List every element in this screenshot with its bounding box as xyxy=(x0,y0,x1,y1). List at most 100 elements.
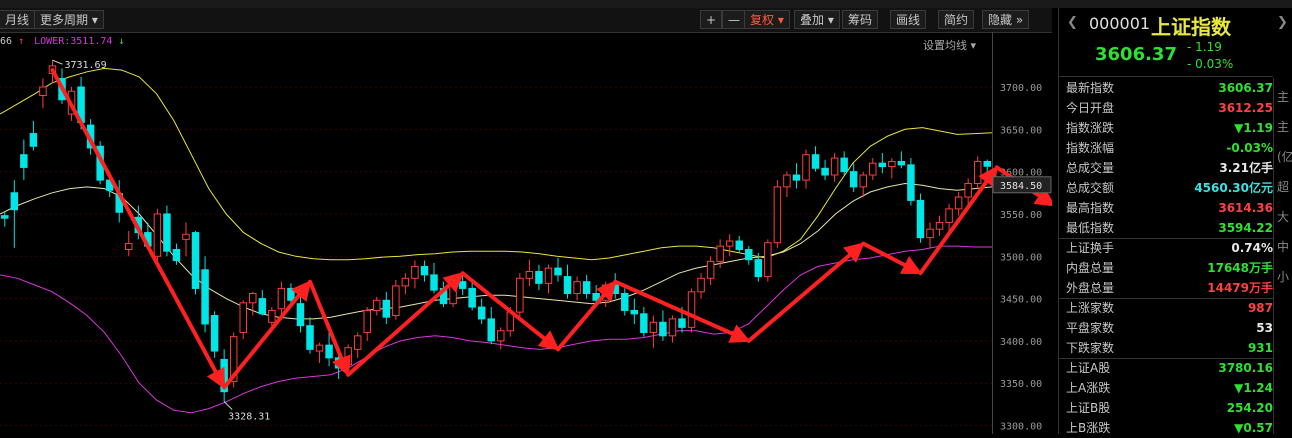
hide-button[interactable]: 隐藏 » xyxy=(982,10,1030,29)
candle[interactable] xyxy=(697,273,705,299)
candle[interactable] xyxy=(220,349,228,402)
side-tab-label[interactable]: 主 xyxy=(1277,88,1289,105)
side-tab-label[interactable]: (亿 xyxy=(1277,148,1292,165)
candle[interactable] xyxy=(277,281,286,316)
simple-mode-button[interactable]: 简约 xyxy=(938,10,975,29)
side-tab-label[interactable]: 小 xyxy=(1277,268,1289,285)
candle[interactable] xyxy=(907,158,915,206)
next-stock-icon[interactable]: ❯ xyxy=(1277,15,1288,30)
period-monthly-button[interactable]: 月线 xyxy=(0,10,36,29)
candle[interactable] xyxy=(840,151,848,176)
candle-body xyxy=(897,160,906,166)
candle[interactable] xyxy=(725,234,734,257)
candle[interactable] xyxy=(191,230,200,295)
candle[interactable] xyxy=(239,300,247,340)
candle[interactable] xyxy=(525,259,534,286)
candle[interactable] xyxy=(621,288,629,316)
candle[interactable] xyxy=(668,315,677,343)
candle[interactable] xyxy=(973,156,982,189)
candle[interactable] xyxy=(306,317,314,354)
candle[interactable] xyxy=(535,264,543,291)
candle[interactable] xyxy=(544,264,553,294)
side-tab-label[interactable]: 主 xyxy=(1277,118,1289,135)
zoom-in-button[interactable]: + xyxy=(700,10,723,29)
candle[interactable] xyxy=(773,180,782,248)
candle[interactable] xyxy=(659,310,667,341)
quote-panel: ❮ 000001 上证指数 ❯ 3606.37 - 1.19 - 0.03% 最… xyxy=(1058,8,1292,435)
candle[interactable] xyxy=(954,191,963,216)
candle[interactable] xyxy=(487,307,495,345)
candle[interactable] xyxy=(20,139,28,181)
candle[interactable] xyxy=(182,222,190,257)
candle[interactable] xyxy=(687,288,696,333)
candle[interactable] xyxy=(630,298,639,324)
candle[interactable] xyxy=(497,327,505,350)
side-tab-label[interactable]: 大 xyxy=(1277,208,1289,225)
overlay-button[interactable]: 叠加 ▾ xyxy=(794,10,840,29)
candle[interactable] xyxy=(315,342,324,363)
side-tab-label[interactable]: 中 xyxy=(1277,238,1289,255)
candle[interactable] xyxy=(802,149,810,189)
candle[interactable] xyxy=(430,263,438,294)
candle[interactable] xyxy=(878,153,887,174)
candle[interactable] xyxy=(706,256,715,286)
candle[interactable] xyxy=(210,311,219,358)
candle[interactable] xyxy=(573,276,581,301)
candle[interactable] xyxy=(582,274,591,299)
candle[interactable] xyxy=(735,235,743,253)
candle[interactable] xyxy=(296,294,305,333)
candle[interactable] xyxy=(29,120,38,151)
candle[interactable] xyxy=(849,163,858,192)
candle[interactable] xyxy=(411,260,419,289)
candle[interactable] xyxy=(830,153,839,182)
candle[interactable] xyxy=(926,222,934,248)
candle[interactable] xyxy=(392,279,400,320)
candle[interactable] xyxy=(468,281,476,311)
stat-label: 总成交量 xyxy=(1066,161,1115,175)
zoom-out-button[interactable]: — xyxy=(722,10,746,29)
candle[interactable] xyxy=(353,332,362,358)
candle[interactable] xyxy=(764,239,772,282)
candle[interactable] xyxy=(983,159,991,177)
candle[interactable] xyxy=(516,273,524,318)
candle[interactable] xyxy=(640,307,648,337)
fuquan-button[interactable]: 复权 ▾ xyxy=(744,10,790,29)
draw-line-button[interactable]: 画线 xyxy=(890,10,927,29)
candle[interactable] xyxy=(382,291,391,324)
side-tab-label[interactable]: 超 xyxy=(1277,178,1289,195)
candle[interactable] xyxy=(554,257,562,282)
candle[interactable] xyxy=(869,158,877,181)
chips-button[interactable]: 筹码 xyxy=(842,10,879,29)
candle[interactable] xyxy=(888,158,896,179)
candle-body xyxy=(649,321,658,333)
candle[interactable] xyxy=(916,193,925,243)
candle[interactable] xyxy=(821,159,829,181)
candle[interactable] xyxy=(897,151,906,169)
candle[interactable] xyxy=(859,171,867,198)
candle[interactable] xyxy=(935,215,944,236)
candle[interactable] xyxy=(420,260,429,282)
candle[interactable] xyxy=(125,230,133,257)
stat-label: 上A涨跌 xyxy=(1066,381,1111,395)
candle[interactable] xyxy=(745,246,753,265)
candle[interactable] xyxy=(163,205,171,257)
kline-chart[interactable]: 3300.00 3350.00 3400.00 3450.00 3500.00 3550.… xyxy=(0,32,1052,434)
candle[interactable] xyxy=(783,171,791,198)
candle[interactable] xyxy=(1,212,9,227)
candle[interactable] xyxy=(201,256,209,333)
candle[interactable] xyxy=(611,273,619,299)
candle[interactable] xyxy=(39,78,47,109)
candle[interactable] xyxy=(563,264,572,299)
candle[interactable] xyxy=(792,163,801,189)
candle[interactable] xyxy=(363,307,371,341)
more-periods-button[interactable]: 更多周期 ▾ xyxy=(34,10,104,29)
candle[interactable] xyxy=(811,146,820,172)
candle[interactable] xyxy=(477,298,486,324)
candle[interactable] xyxy=(945,203,953,231)
candle[interactable] xyxy=(401,273,410,295)
candle[interactable] xyxy=(258,290,267,316)
prev-stock-icon[interactable]: ❮ xyxy=(1067,15,1078,30)
y-tick-label: 3700.00 xyxy=(1000,83,1042,94)
candle[interactable] xyxy=(649,315,658,348)
candle[interactable] xyxy=(373,296,381,316)
